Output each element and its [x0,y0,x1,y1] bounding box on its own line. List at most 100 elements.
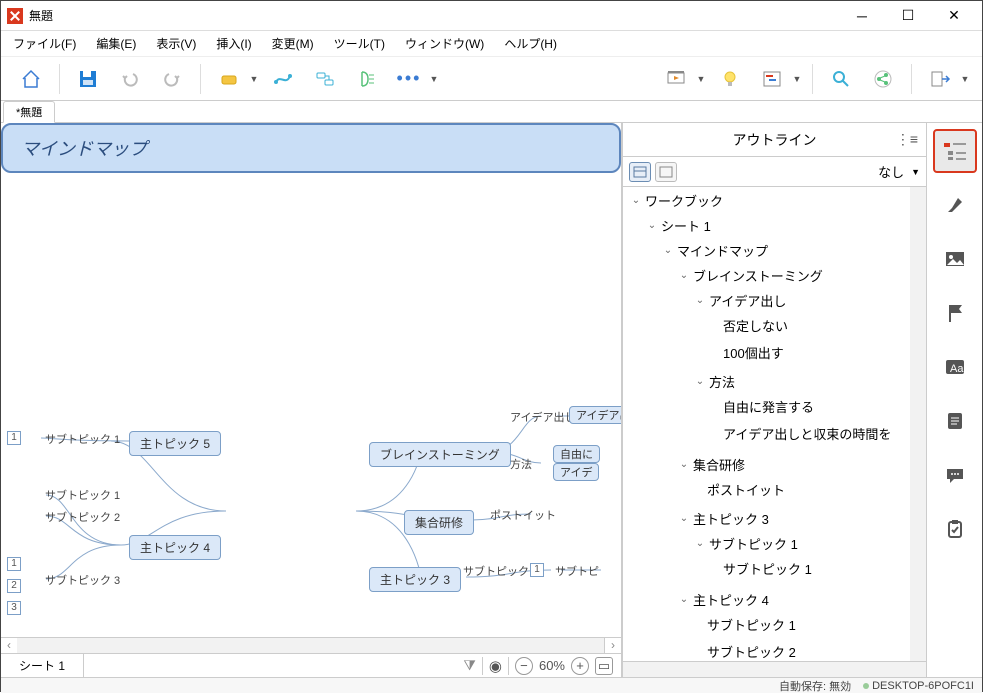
search-button[interactable] [823,61,859,97]
collapse-marker[interactable]: 1 [530,563,544,577]
group-training-node[interactable]: 集合研修 [404,510,474,535]
export-button[interactable] [922,61,958,97]
method-label[interactable]: 方法 [510,456,532,472]
outline-filter-value[interactable]: なし [878,162,904,181]
summary-button[interactable] [349,61,385,97]
maximize-button[interactable]: ☐ [892,3,924,29]
tree-item[interactable]: アイデア出し [707,291,786,310]
tree-item[interactable]: サブトピック 2 [705,642,796,661]
outline-view-card-button[interactable] [629,162,651,182]
outline-menu-icon[interactable]: ⋮≡ [896,131,918,148]
export-dropdown[interactable]: ▼ [960,74,970,84]
relationship-button[interactable] [265,61,301,97]
brainstorming-node[interactable]: ブレインストーミング [369,442,511,467]
outline-h-scrollbar[interactable] [623,661,926,677]
mindmap-canvas[interactable]: マインドマップ 主トピック 5 主トピック 4 主トピック 3 ブレインストーミ… [1,123,621,637]
tree-item[interactable]: 否定しない [721,316,788,335]
menu-tools[interactable]: ツール(T) [328,31,391,56]
subtopic-label[interactable]: サブトピック 2 [45,509,120,525]
side-marker-button[interactable] [933,291,977,335]
menu-file[interactable]: ファイル(F) [7,31,82,56]
subtopic-label[interactable]: サブトピック 1 [45,431,120,447]
filter-icon[interactable]: ⧩ [463,657,476,674]
outline-view-list-button[interactable] [655,162,677,182]
side-task-button[interactable] [933,507,977,551]
redo-button[interactable] [154,61,190,97]
tree-item[interactable]: 主トピック 4 [691,590,769,609]
cut-node[interactable]: アイデア出し [569,406,621,424]
brainstorm-button[interactable] [712,61,748,97]
presentation-dropdown[interactable]: ▼ [696,74,706,84]
subtopic-label[interactable]: サブトピック 1 [45,487,120,503]
collapse-marker[interactable]: 2 [7,579,21,593]
close-button[interactable]: ✕ [938,3,970,29]
zoom-level[interactable]: 60% [539,658,565,673]
gantt-button[interactable] [754,61,790,97]
subtopic-label[interactable]: サブトピック 3 [45,572,120,588]
tree-item[interactable]: サブトピック 1 [707,534,798,553]
side-notes-button[interactable] [933,399,977,443]
scroll-right-button[interactable]: › [605,638,621,653]
tree-item[interactable]: ポストイット [705,480,785,499]
scroll-left-button[interactable]: ‹ [1,638,17,653]
more-dropdown[interactable]: ▼ [429,74,439,84]
tree-item[interactable]: ワークブック [643,191,723,210]
tree-item[interactable]: シート 1 [659,216,711,235]
outline-filter-dropdown[interactable]: ▼ [911,167,920,177]
topic-button[interactable] [211,61,247,97]
undo-button[interactable] [112,61,148,97]
gantt-dropdown[interactable]: ▼ [792,74,802,84]
boundary-button[interactable] [307,61,343,97]
side-outline-button[interactable] [933,129,977,173]
menu-edit[interactable]: 編集(E) [90,31,142,56]
collapse-marker[interactable]: 1 [7,431,21,445]
topic-dropdown[interactable]: ▼ [249,74,259,84]
zoom-fit-button[interactable]: ▭ [595,657,613,675]
postit-label[interactable]: ポストイット [490,507,556,523]
side-font-button[interactable]: Aa [933,345,977,389]
tree-item[interactable]: 集合研修 [691,455,745,474]
tree-item[interactable]: 100個出す [721,343,784,362]
home-button[interactable] [13,61,49,97]
minimize-button[interactable]: ─ [846,3,878,29]
canvas-h-scrollbar[interactable] [17,638,605,654]
menu-insert[interactable]: 挿入(I) [210,31,257,56]
zoom-in-button[interactable]: + [571,657,589,675]
outline-tree[interactable]: ⌄ワークブック ⌄シート 1 ⌄マインドマップ ⌄ブレインストーミング ⌄アイデ… [623,187,910,661]
menu-modify[interactable]: 変更(M) [266,31,320,56]
share-button[interactable] [865,61,901,97]
tree-item[interactable]: マインドマップ [675,241,768,260]
central-topic[interactable]: マインドマップ [1,123,621,173]
cut-node[interactable]: 自由に [553,445,600,463]
save-button[interactable] [70,61,106,97]
zoom-out-button[interactable]: − [515,657,533,675]
idea-label[interactable]: アイデア出し [510,409,575,425]
tree-item[interactable]: サブトピック 1 [721,559,812,578]
menu-window[interactable]: ウィンドウ(W) [399,31,490,56]
tree-item[interactable]: アイデア出しと収束の時間を [721,424,891,443]
cut-node[interactable]: アイデ [553,463,599,481]
menu-help[interactable]: ヘルプ(H) [498,31,563,56]
menu-view[interactable]: 表示(V) [150,31,202,56]
side-comments-button[interactable] [933,453,977,497]
topic-3[interactable]: 主トピック 3 [369,567,461,592]
tree-item[interactable]: 自由に発言する [721,397,814,416]
subtopic-label[interactable]: サブトピ [555,563,599,579]
tree-item[interactable]: ブレインストーミング [691,266,823,285]
tree-item[interactable]: 方法 [707,372,735,391]
collapse-marker[interactable]: 1 [7,557,21,571]
subtopic-label[interactable]: サブトピック 1 [463,563,538,579]
document-tab[interactable]: *無題 [3,101,55,123]
tree-item[interactable]: サブトピック 1 [705,615,796,634]
collapse-marker[interactable]: 3 [7,601,21,615]
side-image-button[interactable] [933,237,977,281]
sheet-tab[interactable]: シート 1 [1,654,84,677]
topic-5[interactable]: 主トピック 5 [129,431,221,456]
eye-icon[interactable]: ◉ [489,657,502,675]
presentation-button[interactable] [658,61,694,97]
tree-item[interactable]: 主トピック 3 [691,509,769,528]
more-button[interactable]: ••• [391,61,427,97]
outline-v-scrollbar[interactable] [910,187,926,661]
topic-4[interactable]: 主トピック 4 [129,535,221,560]
side-format-button[interactable] [933,183,977,227]
